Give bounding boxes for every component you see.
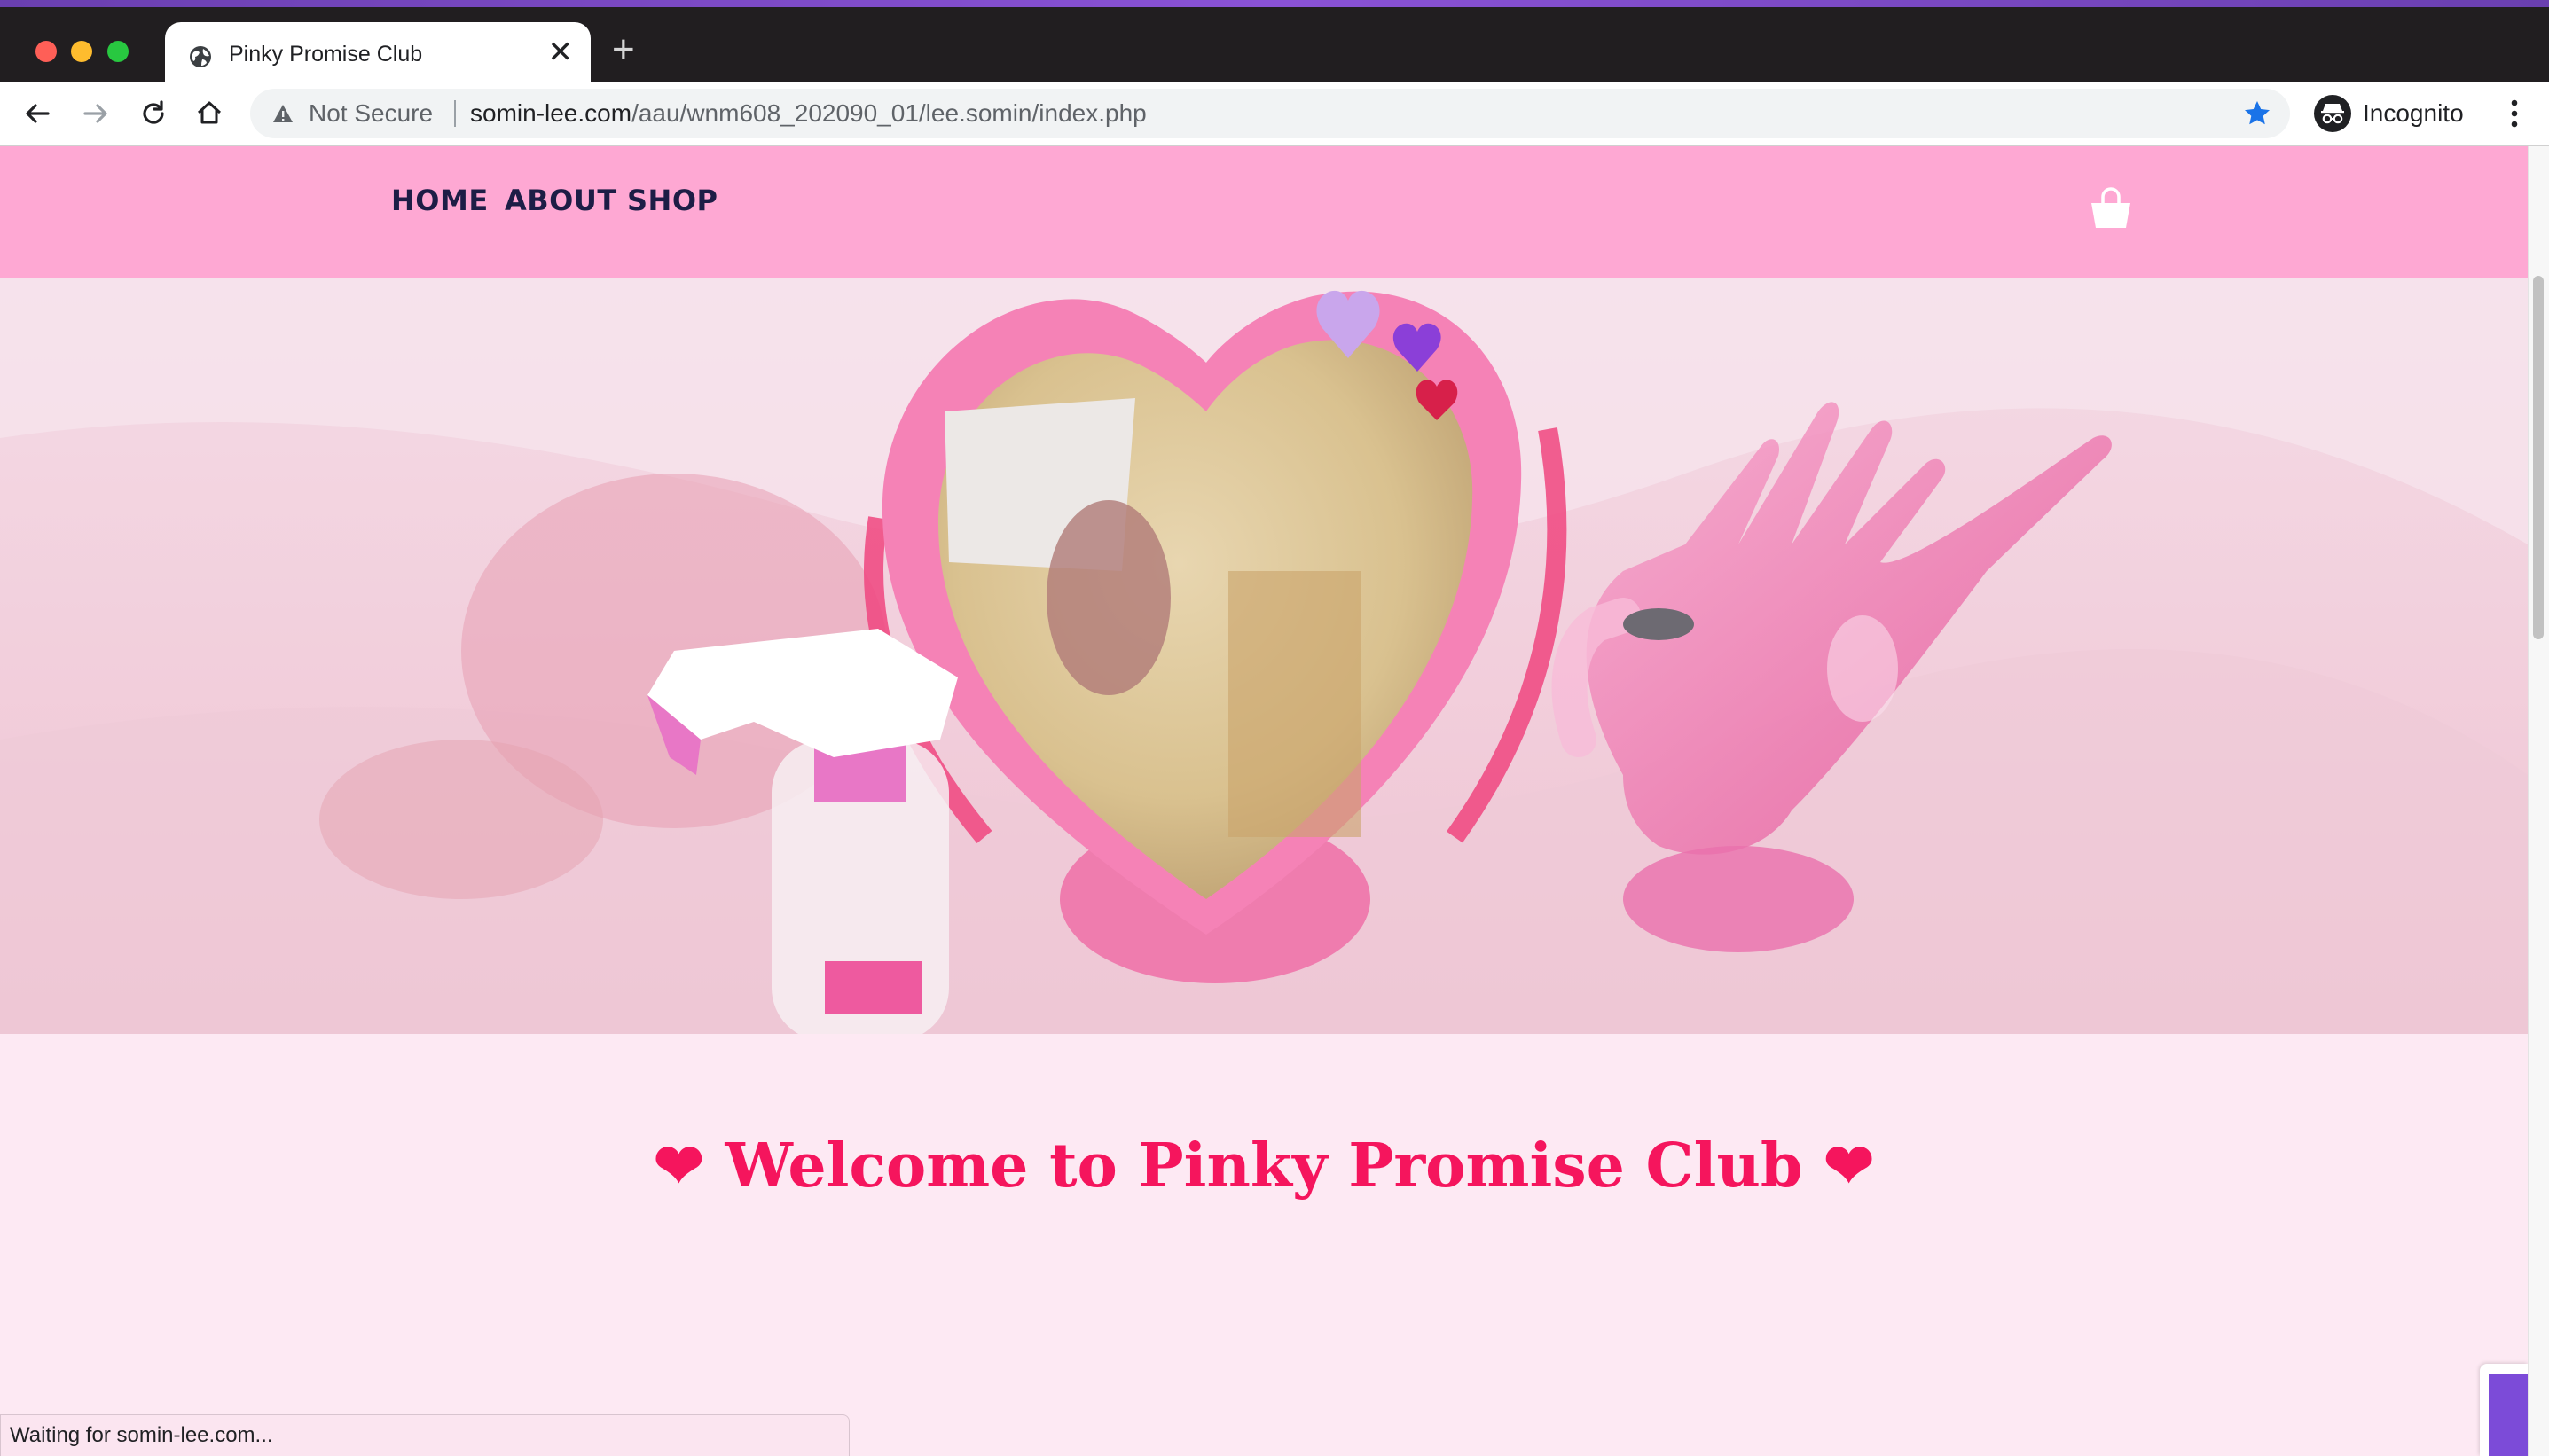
- menu-icon[interactable]: [2501, 96, 2528, 131]
- url-host: somin-lee.com: [470, 99, 632, 127]
- nav-shop-link[interactable]: SHOP: [627, 184, 718, 217]
- close-window-button[interactable]: [35, 41, 57, 62]
- reload-icon[interactable]: [134, 94, 173, 133]
- tab-strip: Pinky Promise Club ✕ +: [0, 7, 2549, 89]
- url-text[interactable]: somin-lee.com/aau/wnm608_202090_01/lee.s…: [470, 99, 1147, 128]
- scrollbar-thumb[interactable]: [2533, 276, 2544, 639]
- nav-home-link[interactable]: HOME: [391, 184, 489, 217]
- browser-tab[interactable]: Pinky Promise Club ✕: [165, 22, 591, 89]
- incognito-indicator[interactable]: Incognito: [2308, 89, 2482, 138]
- status-bubble: Waiting for somin-lee.com...: [0, 1414, 850, 1456]
- address-bar[interactable]: Not Secure somin-lee.com/aau/wnm608_2020…: [250, 89, 2290, 138]
- browser-toolbar: Not Secure somin-lee.com/aau/wnm608_2020…: [0, 82, 2549, 146]
- welcome-heading: ❤ Welcome to Pinky Promise Club ❤: [653, 1131, 1875, 1202]
- shopping-bag-icon[interactable]: [2086, 184, 2136, 233]
- nav-about-link[interactable]: ABOUT: [505, 184, 617, 217]
- globe-icon: [190, 46, 211, 67]
- warning-icon[interactable]: [271, 102, 294, 125]
- divider: [454, 100, 456, 127]
- desktop-edge: [0, 0, 2549, 7]
- url-path: /aau/wnm608_202090_01/lee.somin/index.ph…: [631, 99, 1147, 127]
- site-header: HOME ABOUT SHOP: [0, 146, 2528, 278]
- tab-title: Pinky Promise Club: [229, 42, 423, 67]
- close-icon[interactable]: ✕: [548, 37, 574, 67]
- security-label[interactable]: Not Secure: [309, 99, 433, 128]
- zoom-window-button[interactable]: [107, 41, 129, 62]
- star-icon[interactable]: [2242, 98, 2272, 129]
- home-icon[interactable]: [190, 94, 229, 133]
- hero-illustration: [0, 278, 2528, 1034]
- floating-widget-fill: [2489, 1374, 2528, 1456]
- floating-widget[interactable]: [2480, 1364, 2528, 1456]
- page-viewport: HOME ABOUT SHOP ❤ Welcome to Pinky Promi…: [0, 146, 2528, 1456]
- incognito-label: Incognito: [2363, 99, 2464, 127]
- plus-icon[interactable]: +: [612, 30, 635, 69]
- status-text: Waiting for somin-lee.com...: [10, 1423, 273, 1447]
- forward-icon[interactable]: [76, 94, 115, 133]
- page-scrollbar[interactable]: [2528, 146, 2549, 1456]
- back-icon[interactable]: [18, 94, 57, 133]
- incognito-icon: [2314, 95, 2351, 132]
- minimize-window-button[interactable]: [71, 41, 92, 62]
- hero-image: [0, 278, 2528, 1034]
